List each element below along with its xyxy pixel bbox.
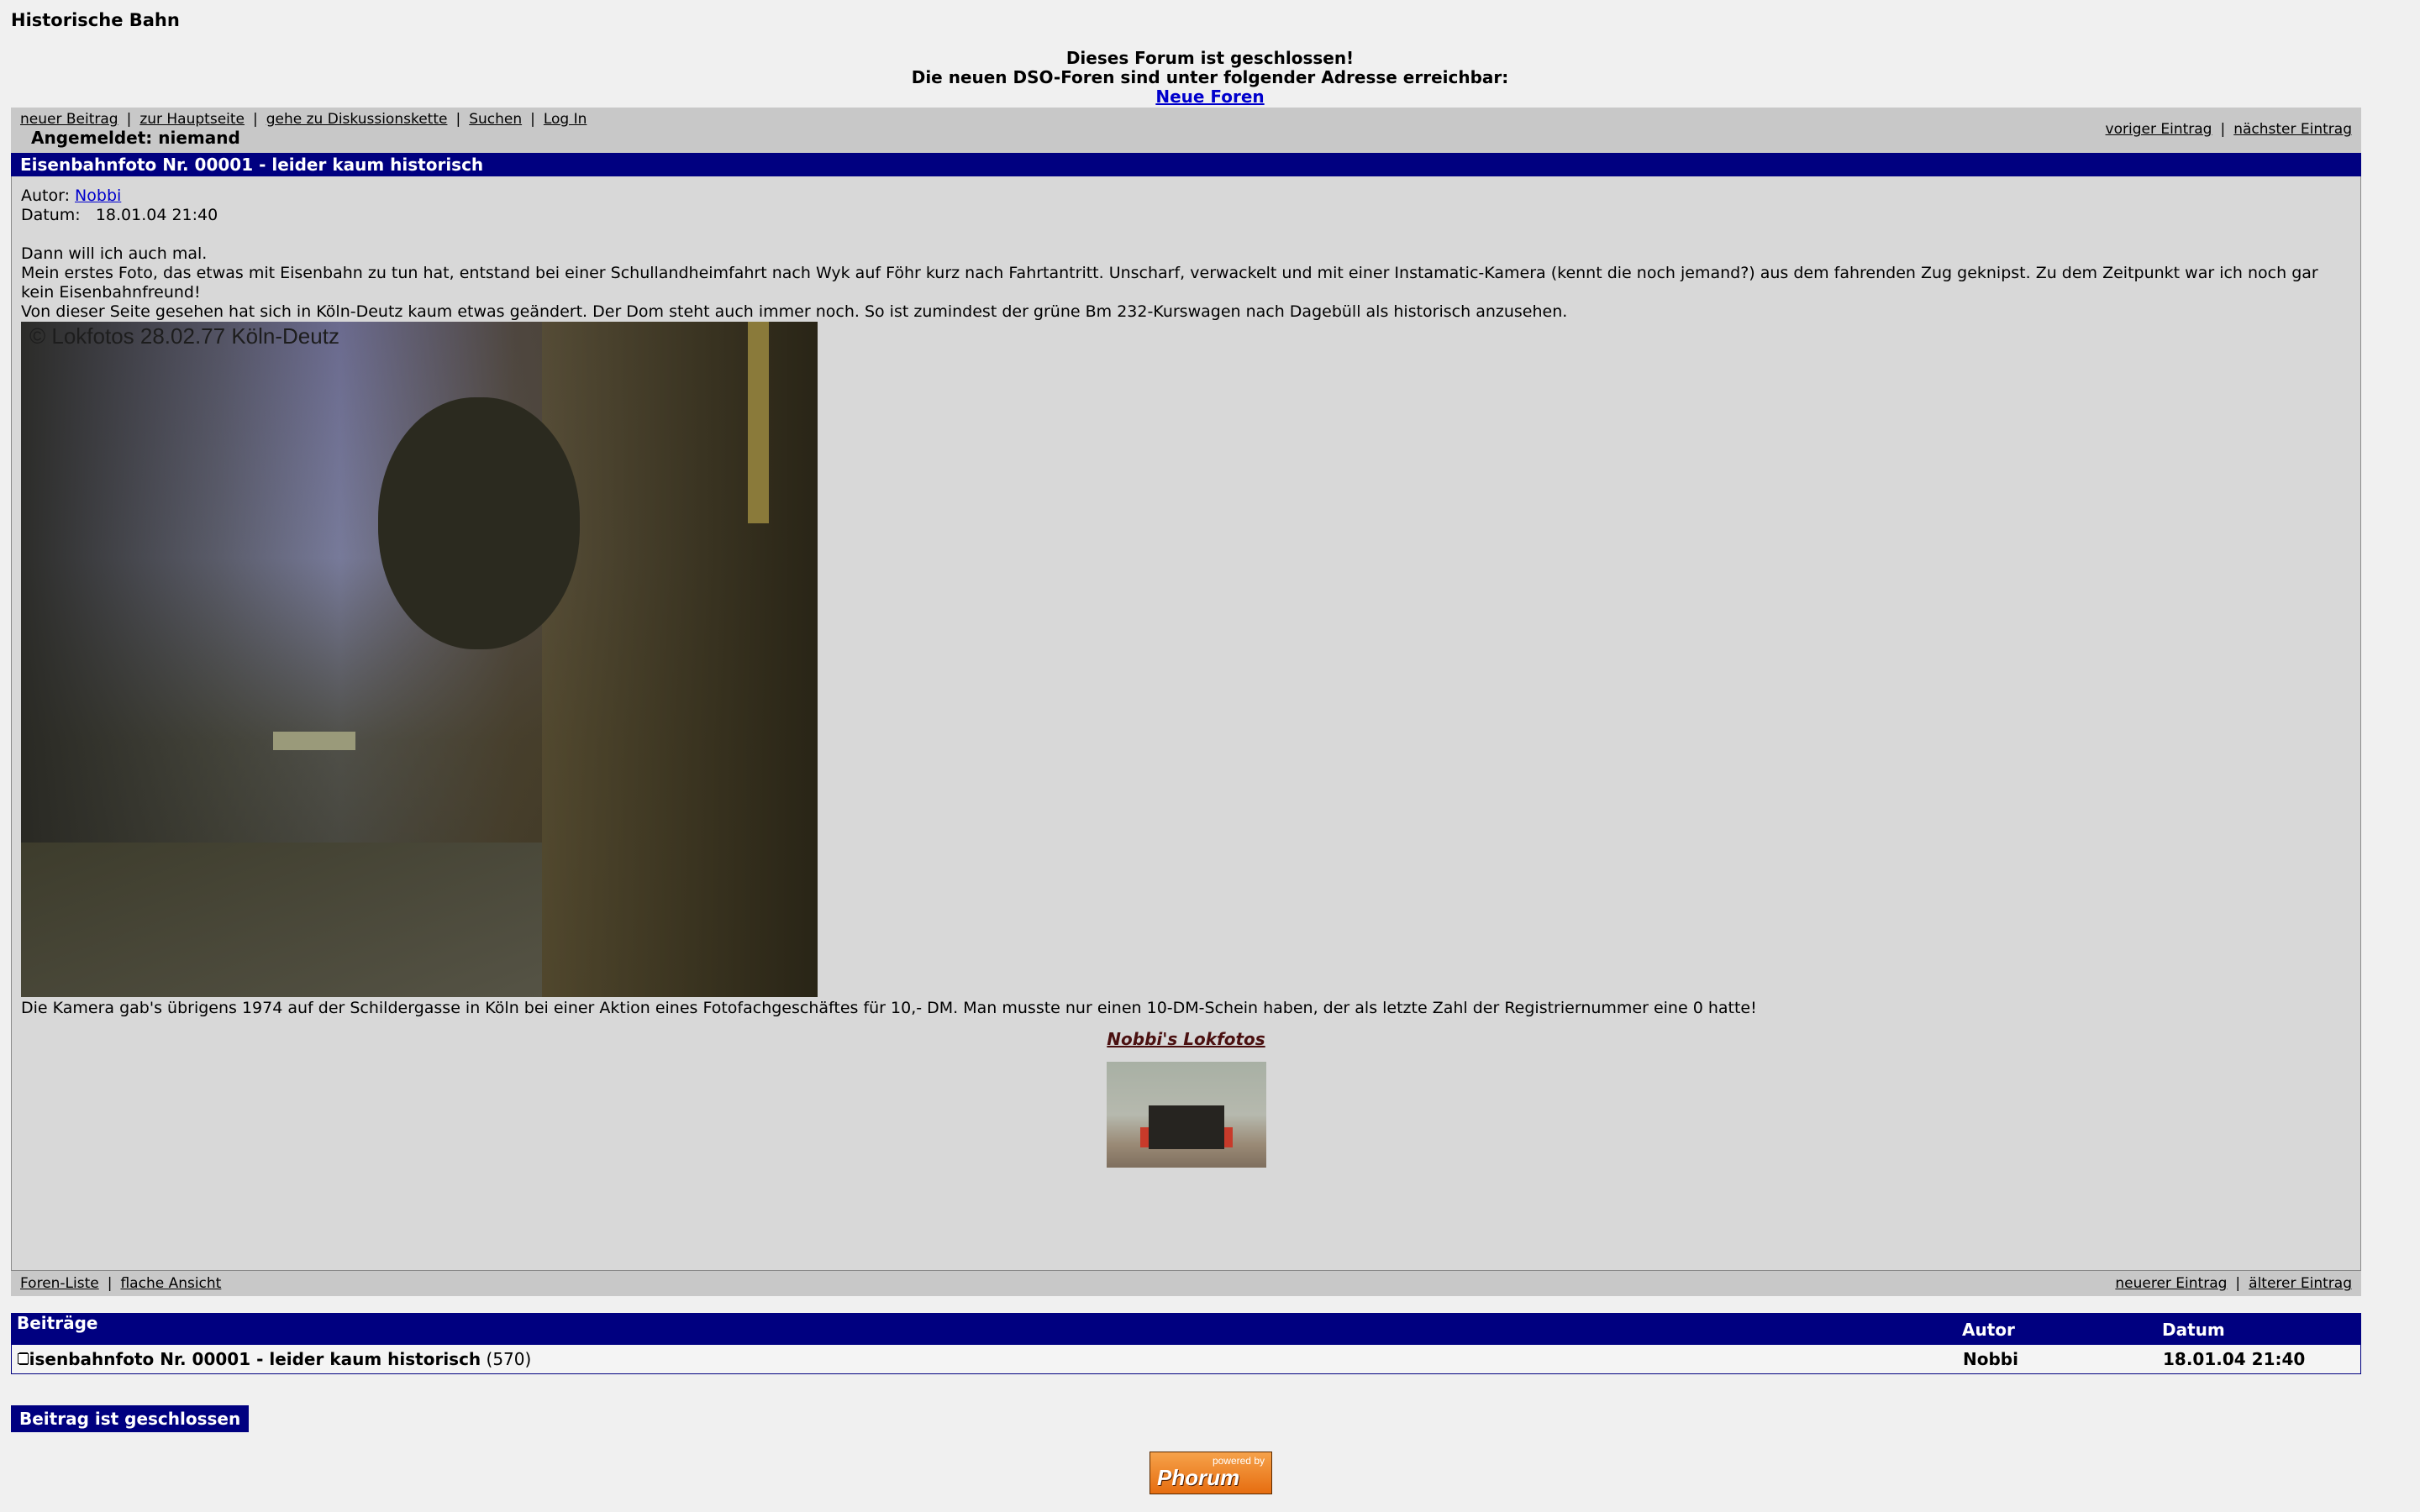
forum-closed-notice: Dieses Forum ist geschlossen! Die neuen …	[0, 49, 2420, 107]
signature-link[interactable]: Nobbi's Lokfotos	[1107, 1029, 1265, 1049]
message-paragraph-2: Mein erstes Foto, das etwas mit Eisenbah…	[21, 264, 2318, 302]
signature: Nobbi's Lokfotos	[21, 1030, 2351, 1050]
author-link[interactable]: Nobbi	[75, 186, 121, 205]
message-meta: Autor: Nobbi Datum: 18.01.04 21:40	[21, 186, 2351, 225]
photo-caption: © Lokfotos 28.02.77 Köln-Deutz	[29, 323, 339, 349]
thread-row-title[interactable]: Eisenbahnfoto Nr. 00001 - leider kaum hi…	[18, 1349, 481, 1369]
message-paragraph-3: Von dieser Seite gesehen hat sich in Köl…	[21, 302, 1568, 321]
home-link[interactable]: zur Hauptseite	[139, 111, 245, 128]
login-link[interactable]: Log In	[544, 111, 587, 128]
next-entry-link[interactable]: nächster Eintrag	[2233, 121, 2352, 138]
search-link[interactable]: Suchen	[469, 111, 522, 128]
date-label: Datum:	[21, 206, 81, 224]
notice-line-1: Dieses Forum ist geschlossen!	[1065, 48, 1355, 68]
message-body: Autor: Nobbi Datum: 18.01.04 21:40 Dann …	[11, 176, 2361, 1271]
author-label: Autor:	[21, 186, 70, 205]
entry-navigation: voriger Eintrag | nächster Eintrag	[2105, 121, 2352, 138]
forum-list-link[interactable]: Foren-Liste	[20, 1275, 99, 1292]
photo-train-side	[542, 322, 818, 997]
bottom-navigation: Foren-Liste | flache Ansicht neuerer Eintr…	[11, 1271, 2361, 1296]
thread-table-header: Beiträge Autor Datum	[11, 1313, 2361, 1345]
flat-view-link[interactable]: flache Ansicht	[120, 1275, 221, 1292]
thread-row-author: Nobbi	[1963, 1349, 2018, 1369]
thread-row-date: 18.01.04 21:40	[2163, 1349, 2306, 1369]
message-date: 18.01.04 21:40	[95, 206, 218, 224]
locomotive-body	[1148, 1105, 1224, 1149]
bottom-nav-left: Foren-Liste | flache Ansicht	[20, 1275, 222, 1292]
top-nav-links: neuer Beitrag | zur Hauptseite | gehe zu Dis…	[20, 111, 587, 128]
photo-person-silhouette	[378, 397, 580, 649]
col-posts-header: Beiträge	[17, 1313, 98, 1333]
newer-entry-link[interactable]: neuerer Eintrag	[2115, 1275, 2227, 1292]
col-date-header: Datum	[2162, 1320, 2225, 1340]
phorum-logo[interactable]: powered by Phorum	[1150, 1452, 1272, 1494]
photo-window-frame	[748, 322, 769, 523]
new-post-link[interactable]: neuer Beitrag	[20, 111, 118, 128]
post-closed-badge: Beitrag ist geschlossen	[11, 1405, 250, 1432]
phorum-logo-text: Phorum	[1157, 1465, 1240, 1490]
site-title: Historische Bahn	[11, 10, 180, 30]
thread-row-count: (570)	[486, 1349, 532, 1369]
train-window-photo: © Lokfotos 28.02.77 Köln-Deutz	[21, 322, 818, 997]
message-title: Eisenbahnfoto Nr. 00001 - leider kaum hi…	[11, 153, 2361, 176]
thread-table: Beiträge Autor Datum Eisenbahnfoto Nr. 0…	[11, 1313, 2361, 1374]
photo-station-sign	[273, 732, 355, 750]
older-entry-link[interactable]: älterer Eintrag	[2249, 1275, 2352, 1292]
notice-line-2: Die neuen DSO-Foren sind unter folgender…	[911, 67, 1509, 87]
thread-row[interactable]: Eisenbahnfoto Nr. 00001 - leider kaum hi…	[11, 1345, 2361, 1374]
signature-locomotive-thumbnail[interactable]	[1106, 1062, 1266, 1168]
new-forums-link[interactable]: Neue Foren	[1155, 87, 1264, 107]
logged-in-status: Angemeldet: niemand	[31, 128, 240, 148]
thread-link[interactable]: gehe zu Diskussionskette	[266, 111, 448, 128]
forum-message-container: neuer Beitrag | zur Hauptseite | gehe zu Dis…	[11, 108, 2361, 1374]
message-paragraph-1: Dann will ich auch mal.	[21, 244, 208, 263]
bottom-nav-right: neuerer Eintrag | älterer Eintrag	[2115, 1275, 2352, 1292]
photo-track	[21, 843, 542, 997]
post-checkbox-icon	[18, 1353, 29, 1364]
top-navigation: neuer Beitrag | zur Hauptseite | gehe zu Dis…	[11, 108, 2361, 153]
message-paragraph-4: Die Kamera gab's übrigens 1974 auf der S…	[21, 999, 1757, 1017]
previous-entry-link[interactable]: voriger Eintrag	[2106, 121, 2212, 138]
col-author-header: Autor	[1962, 1320, 2015, 1340]
